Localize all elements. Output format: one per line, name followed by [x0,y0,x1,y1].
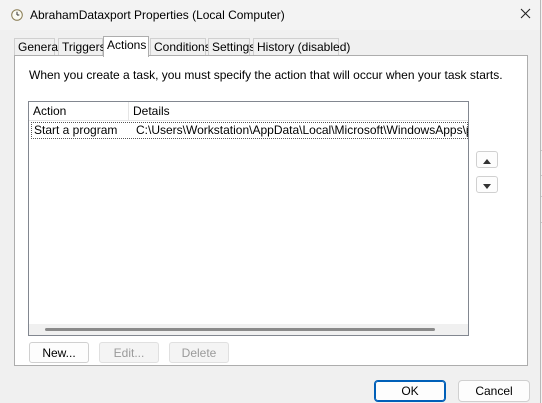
close-button[interactable] [512,4,538,26]
action-cell: Start a program [34,123,118,137]
title-bar: AbrahamDataxport Properties (Local Compu… [0,0,540,30]
tab-conditions[interactable]: Conditions [150,38,211,56]
tab-strip: General Triggers Actions Conditions Sett… [14,36,528,57]
tab-settings[interactable]: Settings [208,38,255,56]
arrow-up-icon [483,153,491,167]
table-row[interactable]: Start a program C:\Users\Workstation\App… [31,122,468,139]
new-action-button[interactable]: New... [29,342,89,363]
tab-history[interactable]: History (disabled) [253,38,350,56]
cancel-button[interactable]: Cancel [458,380,530,402]
column-header-details[interactable]: Details [129,102,468,121]
ok-button[interactable]: OK [374,380,446,402]
edit-action-button[interactable]: Edit... [99,342,159,363]
delete-action-button[interactable]: Delete [169,342,229,363]
horizontal-scrollbar[interactable] [29,324,468,335]
move-down-button[interactable] [476,176,498,193]
clock-icon [11,9,23,21]
move-up-button[interactable] [476,151,498,168]
details-cell: C:\Users\Workstation\AppData\Local\Micro… [136,123,469,137]
close-icon [520,8,531,22]
tab-general[interactable]: General [14,38,61,56]
scrollbar-thumb[interactable] [45,328,435,331]
arrow-down-icon [483,178,491,192]
tab-triggers[interactable]: Triggers [58,38,106,56]
properties-dialog: AbrahamDataxport Properties (Local Compu… [0,0,541,403]
column-header-action[interactable]: Action [29,102,129,121]
actions-list[interactable]: Action Details Start a program C:\Users\… [28,101,469,336]
window-title: AbrahamDataxport Properties (Local Compu… [30,8,285,22]
actions-intro-text: When you create a task, you must specify… [29,68,503,82]
list-header: Action Details [29,102,468,121]
actions-tab-panel: When you create a task, you must specify… [14,55,528,366]
tab-actions[interactable]: Actions [103,36,149,57]
